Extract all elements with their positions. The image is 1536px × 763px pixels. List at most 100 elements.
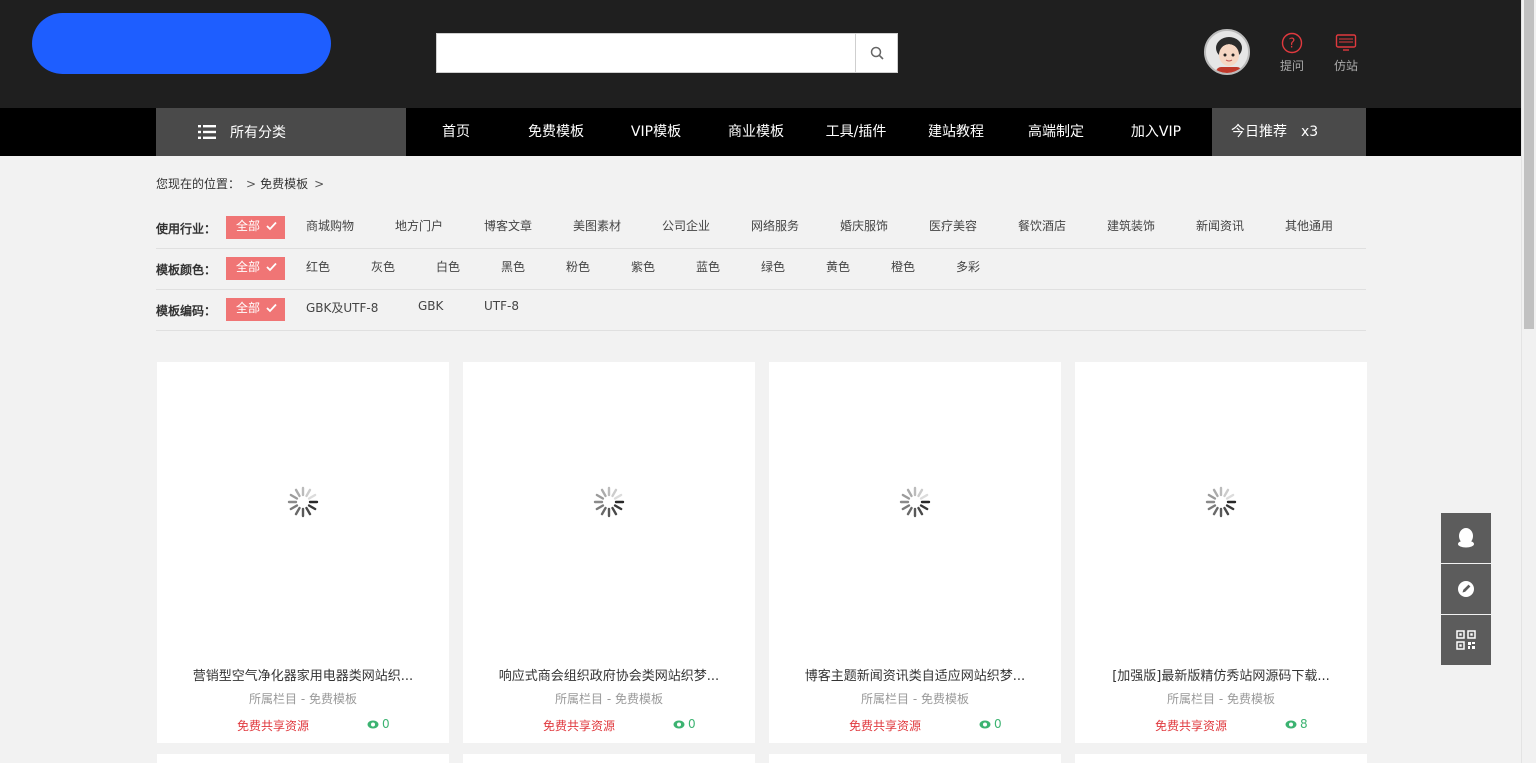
eye-icon — [1285, 720, 1297, 728]
check-icon — [266, 221, 277, 231]
filter-color-all[interactable]: 全部 — [226, 257, 285, 280]
clone-site-button[interactable]: 仿站 — [1326, 32, 1366, 74]
filter-industry-label: 使用行业： — [156, 222, 217, 236]
card-title[interactable]: 博客主题新闻资讯类自适应网站织梦... — [769, 665, 1061, 684]
search-icon — [870, 46, 884, 60]
chevron-right-icon: > — [246, 176, 257, 191]
filter-option[interactable]: 网络服务 — [751, 217, 799, 234]
nav-item-tutorials[interactable]: 建站教程 — [906, 108, 1006, 156]
qq-icon — [1458, 528, 1474, 548]
loading-spinner-icon — [899, 486, 931, 518]
search-button[interactable] — [855, 34, 897, 72]
ask-question-button[interactable]: ? 提问 — [1272, 32, 1312, 74]
side-toolbar — [1441, 513, 1491, 666]
filter-all-label: 全部 — [236, 260, 261, 274]
filter-option[interactable]: GBK — [418, 299, 443, 313]
filter-option[interactable]: 红色 — [306, 258, 330, 275]
loading-spinner-icon — [1205, 486, 1237, 518]
filter-option[interactable]: 紫色 — [631, 258, 655, 275]
breadcrumb: 您现在的位置： > 免费模板 > — [156, 175, 328, 192]
card-price-badge: 免费共享资源 — [543, 719, 616, 733]
loading-spinner-icon — [287, 486, 319, 518]
qrcode-icon — [1456, 630, 1476, 650]
all-categories-button[interactable]: 所有分类 — [156, 108, 406, 156]
card-title[interactable]: 营销型空气净化器家用电器类网站织... — [157, 665, 449, 684]
breadcrumb-link-free-templates[interactable]: 免费模板 — [260, 175, 308, 192]
template-card-next-row — [769, 754, 1061, 763]
template-card[interactable]: 博客主题新闻资讯类自适应网站织梦... 所属栏目 - 免费模板 免费共享资源 0 — [769, 362, 1061, 743]
avatar[interactable] — [1204, 29, 1250, 75]
filter-option[interactable]: 多彩 — [956, 258, 980, 275]
card-view-count: 0 — [994, 717, 1002, 731]
filter-option[interactable]: 橙色 — [891, 258, 915, 275]
filter-option[interactable]: 医疗美容 — [929, 217, 977, 234]
card-price-badge: 免费共享资源 — [237, 719, 310, 733]
ask-question-label: 提问 — [1279, 59, 1304, 73]
loading-spinner-icon — [593, 486, 625, 518]
search-input[interactable] — [437, 34, 856, 72]
filter-all-label: 全部 — [236, 301, 261, 315]
filter-option[interactable]: 绿色 — [761, 258, 785, 275]
nav-item-custom[interactable]: 高端制定 — [1006, 108, 1106, 156]
filter-option[interactable]: 商城购物 — [306, 217, 354, 234]
nav-item-home[interactable]: 首页 — [406, 108, 506, 156]
card-title[interactable]: [加强版]最新版精仿秀站网源码下载... — [1075, 665, 1367, 684]
nav-item-commercial-templates[interactable]: 商业模板 — [706, 108, 806, 156]
card-views: 0 — [673, 717, 696, 731]
filter-option[interactable]: 粉色 — [566, 258, 590, 275]
filter-option[interactable]: 其他通用 — [1285, 217, 1333, 234]
filter-option[interactable]: 建筑装饰 — [1107, 217, 1155, 234]
filter-option[interactable]: 白色 — [436, 258, 460, 275]
filter-option[interactable]: 餐饮酒店 — [1018, 217, 1066, 234]
card-views: 8 — [1285, 717, 1308, 731]
card-category: 所属栏目 - 免费模板 — [1167, 692, 1275, 706]
filter-option[interactable]: 灰色 — [371, 258, 395, 275]
eye-icon — [673, 720, 685, 728]
filter-color-label: 模板颜色： — [156, 263, 217, 277]
nav-item-free-templates[interactable]: 免费模板 — [506, 108, 606, 156]
edit-icon — [1458, 581, 1474, 597]
template-card[interactable]: [加强版]最新版精仿秀站网源码下载... 所属栏目 - 免费模板 免费共享资源 … — [1075, 362, 1367, 743]
template-card-next-row — [463, 754, 755, 763]
clone-site-label: 仿站 — [1333, 59, 1358, 73]
filter-industry-all[interactable]: 全部 — [226, 216, 285, 239]
svg-text:?: ? — [1289, 37, 1296, 52]
question-icon: ? — [1281, 32, 1303, 54]
qrcode-button[interactable] — [1441, 615, 1491, 665]
filter-option[interactable]: 婚庆服饰 — [840, 217, 888, 234]
filter-option[interactable]: 博客文章 — [484, 217, 532, 234]
filter-option[interactable]: 美图素材 — [573, 217, 621, 234]
filter-color: 模板颜色： 全部 红色 灰色 白色 黑色 粉色 紫色 蓝色 绿色 黄色 橙色 多… — [156, 249, 1366, 290]
filter-option[interactable]: UTF-8 — [484, 299, 519, 313]
template-card[interactable]: 响应式商会组织政府协会类网站织梦... 所属栏目 - 免费模板 免费共享资源 0 — [463, 362, 755, 743]
filter-option[interactable]: 黑色 — [501, 258, 525, 275]
filter-option[interactable]: GBK及UTF-8 — [306, 299, 378, 316]
card-views: 0 — [367, 717, 390, 731]
feedback-button[interactable] — [1441, 564, 1491, 614]
card-view-count: 8 — [1300, 717, 1308, 731]
nav-item-join-vip[interactable]: 加入VIP — [1106, 108, 1206, 156]
search-box — [436, 33, 898, 73]
card-category: 所属栏目 - 免费模板 — [861, 692, 969, 706]
nav-item-vip-templates[interactable]: VIP模板 — [606, 108, 706, 156]
filter-encoding-all[interactable]: 全部 — [226, 298, 285, 321]
filter-option[interactable]: 地方门户 — [395, 217, 443, 234]
template-card-next-row — [1075, 754, 1367, 763]
qq-contact-button[interactable] — [1441, 513, 1491, 563]
page-scrollbar[interactable] — [1521, 0, 1536, 763]
header: ? 提问 仿站 — [0, 0, 1521, 108]
filter-option[interactable]: 新闻资讯 — [1196, 217, 1244, 234]
template-card[interactable]: 营销型空气净化器家用电器类网站织... 所属栏目 - 免费模板 免费共享资源 0 — [157, 362, 449, 743]
today-recommend-button[interactable]: 今日推荐 x3 — [1212, 108, 1366, 156]
chevron-right-icon: > — [314, 176, 325, 191]
filter-option[interactable]: 黄色 — [826, 258, 850, 275]
breadcrumb-prefix: 您现在的位置： — [156, 177, 241, 191]
filter-option[interactable]: 公司企业 — [662, 217, 710, 234]
card-title[interactable]: 响应式商会组织政府协会类网站织梦... — [463, 665, 755, 684]
scrollbar-thumb[interactable] — [1524, 0, 1534, 329]
nav-item-tools-plugins[interactable]: 工具/插件 — [806, 108, 906, 156]
check-icon — [266, 303, 277, 313]
filter-option[interactable]: 蓝色 — [696, 258, 720, 275]
site-logo[interactable] — [32, 13, 331, 74]
check-icon — [266, 262, 277, 272]
